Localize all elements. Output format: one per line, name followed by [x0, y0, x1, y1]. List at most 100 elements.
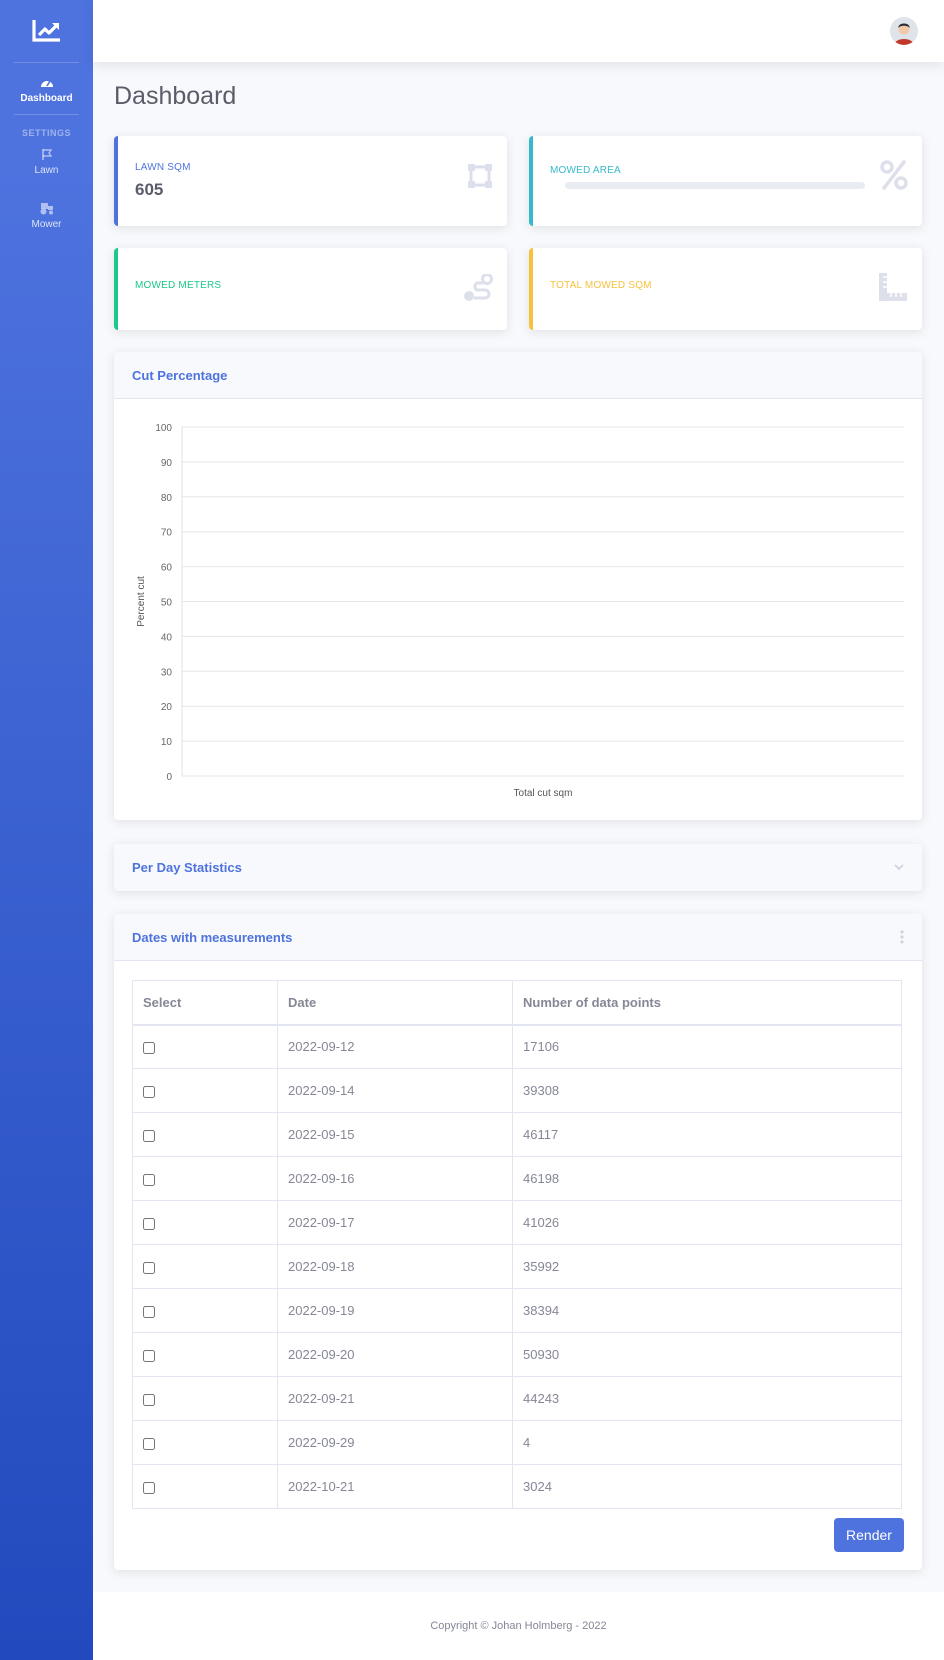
- table-row: 2022-09-18 35992: [132, 1244, 902, 1289]
- row-select-checkbox[interactable]: [143, 1173, 155, 1186]
- mowed-area-card: MOWED AREA: [529, 136, 922, 226]
- table-row: 2022-09-12 17106: [132, 1024, 902, 1069]
- date-cell: 2022-09-12: [277, 1024, 513, 1069]
- y-tick-label: 80: [161, 493, 173, 504]
- y-tick-label: 20: [161, 702, 173, 713]
- per-day-statistics-card[interactable]: Per Day Statistics: [114, 844, 922, 891]
- table-row: 2022-09-29 4: [132, 1420, 902, 1465]
- data-points-cell: 41026: [512, 1200, 902, 1245]
- table-row: 2022-09-17 41026: [132, 1200, 902, 1245]
- data-points-cell: 17106: [512, 1024, 902, 1069]
- page-title: Dashboard: [114, 82, 237, 110]
- y-tick-label: 60: [161, 563, 173, 574]
- column-header-date: Date: [277, 980, 513, 1026]
- select-cell: [132, 1244, 278, 1289]
- select-cell: [132, 1112, 278, 1157]
- date-cell: 2022-10-21: [277, 1464, 513, 1509]
- data-points-cell: 4: [512, 1420, 902, 1465]
- table-row: 2022-09-20 50930: [132, 1332, 902, 1377]
- table-row: 2022-09-21 44243: [132, 1376, 902, 1421]
- sidebar: Dashboard SETTINGS Lawn Mower: [0, 0, 93, 1660]
- select-cell: [132, 1156, 278, 1201]
- topbar: [93, 0, 944, 62]
- percent-icon: [880, 160, 908, 190]
- sidebar-item-label: Dashboard: [20, 93, 73, 104]
- table-row: 2022-09-19 38394: [132, 1288, 902, 1333]
- table-row: 2022-09-14 39308: [132, 1068, 902, 1113]
- select-cell: [132, 1024, 278, 1069]
- data-points-cell: 35992: [512, 1244, 902, 1289]
- data-points-cell: 39308: [512, 1068, 902, 1113]
- dates-table-body: 2022-09-12 17106 2022-09-14 39308 2022-09-15…: [132, 1024, 902, 1509]
- chevron-down-icon[interactable]: [894, 864, 904, 871]
- data-points-cell: 50930: [512, 1332, 902, 1377]
- data-points-cell: 46117: [512, 1112, 902, 1157]
- y-axis-label: Percent cut: [136, 576, 147, 627]
- data-points-cell: 38394: [512, 1288, 902, 1333]
- sidebar-item-dashboard[interactable]: Dashboard: [0, 63, 93, 114]
- select-cell: [132, 1464, 278, 1509]
- cut-percentage-chart: 0 10 20 30 40 50 60 70 80 90 100 Total cut sqm Perce…: [136, 423, 904, 799]
- sidebar-item-lawn[interactable]: Lawn: [0, 138, 93, 186]
- date-cell: 2022-09-18: [277, 1244, 513, 1289]
- row-select-checkbox[interactable]: [143, 1041, 155, 1054]
- date-cell: 2022-09-19: [277, 1288, 513, 1333]
- ruler-combined-icon: [879, 273, 907, 301]
- y-tick-label: 100: [155, 423, 172, 434]
- date-cell: 2022-09-15: [277, 1112, 513, 1157]
- stat-label: MOWED METERS: [135, 280, 222, 291]
- select-cell: [132, 1288, 278, 1333]
- render-button[interactable]: Render: [834, 1518, 904, 1552]
- date-cell: 2022-09-16: [277, 1156, 513, 1201]
- card-title: Dates with measurements: [132, 929, 293, 945]
- sidebar-item-label: Mower: [31, 219, 62, 230]
- select-cell: [132, 1376, 278, 1421]
- row-select-checkbox[interactable]: [143, 1481, 155, 1494]
- table-row: 2022-10-21 3024: [132, 1464, 902, 1509]
- row-select-checkbox[interactable]: [143, 1085, 155, 1098]
- total-mowed-sqm-card: TOTAL MOWED SQM: [529, 248, 922, 330]
- select-cell: [132, 1332, 278, 1377]
- table-header-row: Select Date Number of data points: [132, 980, 902, 1026]
- y-tick-label: 40: [161, 632, 173, 643]
- select-cell: [132, 1420, 278, 1465]
- data-points-cell: 3024: [512, 1464, 902, 1509]
- mowed-meters-card: MOWED METERS: [114, 248, 507, 330]
- card-header: Cut Percentage: [114, 352, 922, 399]
- y-tick-label: 10: [161, 737, 173, 748]
- sidebar-divider: [14, 114, 79, 115]
- date-cell: 2022-09-14: [277, 1068, 513, 1113]
- stat-label: LAWN SQM: [135, 162, 191, 173]
- ellipsis-vertical-icon[interactable]: [900, 930, 904, 944]
- stat-label: TOTAL MOWED SQM: [550, 280, 652, 291]
- select-cell: [132, 1200, 278, 1245]
- brand[interactable]: [0, 0, 93, 62]
- tachometer-icon: [40, 80, 53, 87]
- date-cell: 2022-09-29: [277, 1420, 513, 1465]
- card-header[interactable]: Per Day Statistics: [114, 844, 922, 891]
- sidebar-heading: SETTINGS: [21, 128, 71, 138]
- row-select-checkbox[interactable]: [143, 1305, 155, 1318]
- card-title: Per Day Statistics: [132, 860, 242, 875]
- row-select-checkbox[interactable]: [143, 1437, 155, 1450]
- row-select-checkbox[interactable]: [143, 1129, 155, 1142]
- row-select-checkbox[interactable]: [143, 1393, 155, 1406]
- dates-table: Select Date Number of data points 2022-0…: [132, 980, 902, 1509]
- sidebar-item-mower[interactable]: Mower: [0, 186, 93, 240]
- chart-line-icon: [31, 20, 60, 42]
- y-tick-label: 90: [161, 458, 173, 469]
- route-icon: [464, 274, 493, 301]
- y-tick-label: 70: [161, 528, 173, 539]
- stat-label: MOWED AREA: [550, 165, 621, 176]
- row-select-checkbox[interactable]: [143, 1261, 155, 1274]
- x-axis-label: Total cut sqm: [514, 788, 573, 799]
- flag-icon: [41, 149, 52, 160]
- avatar[interactable]: [890, 17, 918, 45]
- dates-with-measurements-card: Dates with measurements Select Date Numb…: [114, 914, 922, 1570]
- date-cell: 2022-09-17: [277, 1200, 513, 1245]
- user-avatar-icon: [890, 17, 918, 45]
- cut-percentage-card: Cut Percentage 0 10 20 30 40 50 60 70 80 90 100 Tot…: [114, 352, 922, 820]
- card-header: Dates with measurements: [114, 914, 922, 961]
- row-select-checkbox[interactable]: [143, 1349, 155, 1362]
- row-select-checkbox[interactable]: [143, 1217, 155, 1230]
